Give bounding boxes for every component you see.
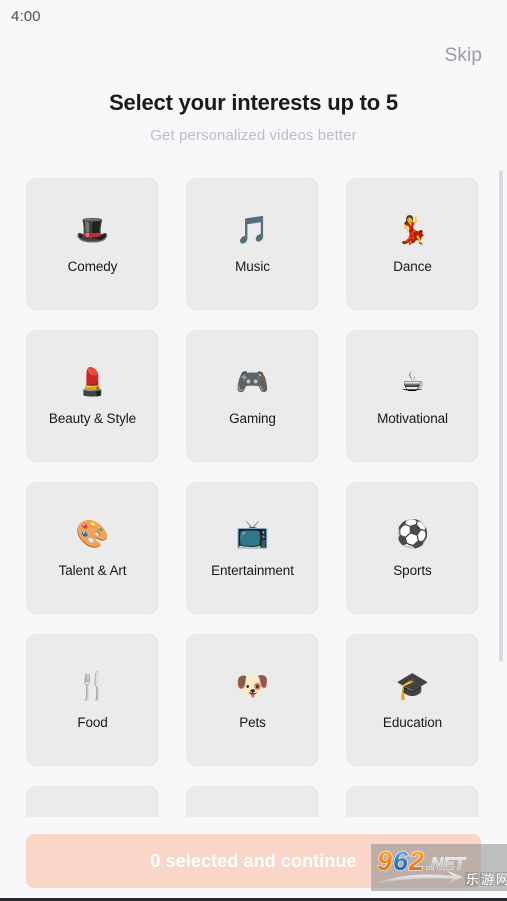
interest-card-label: Entertainment [211,562,294,578]
continue-button[interactable]: 0 selected and continue [26,834,481,888]
musical-note-icon: 🎵 [235,215,270,245]
status-bar: 4:00 [0,0,507,32]
interest-card-talent-art[interactable]: 🎨 Talent & Art [26,482,159,614]
interest-card-label: Sports [393,562,432,578]
interest-card-label: Comedy [67,258,118,274]
interest-scroll-area[interactable]: 🎩 Comedy 🎵 Music 💃 Dance 💄 Beauty & Style 🎮 Gamin… [0,162,507,834]
interest-card-entertainment[interactable]: 📺 Entertainment [186,482,319,614]
interest-card-motivational[interactable]: ☕ Motivational [346,330,479,462]
skip-row: Skip [0,40,507,72]
continue-bar: 0 selected and continue [0,817,507,898]
page-title: Select your interests up to 5 [109,90,398,115]
lipstick-icon: 💄 [75,367,110,397]
interest-card-label: Beauty & Style [48,410,137,426]
interest-card-label: Dance [393,258,432,274]
soccer-ball-icon: ⚽ [395,519,430,549]
interest-card-food[interactable]: 🍴 Food [26,634,159,766]
top-hat-icon: 🎩 [75,215,110,245]
phone-screen: 4:00 Skip Select your interests up to 5 … [0,0,507,898]
interest-card-music[interactable]: 🎵 Music [186,178,319,310]
graduation-cap-icon: 🎓 [395,671,430,701]
hot-beverage-icon: ☕ [400,367,425,397]
page-subtitle: Get personalized videos better [150,127,357,144]
interest-card-label: Music [235,258,270,274]
status-bar-time: 4:00 [11,7,41,25]
dog-face-icon: 🐶 [235,671,270,701]
interest-card-label: Education [382,714,443,730]
artist-palette-icon: 🎨 [75,519,110,549]
fork-and-knife-icon: 🍴 [75,671,110,701]
interest-card-label: Food [77,714,108,730]
interest-card-beauty-style[interactable]: 💄 Beauty & Style [26,330,159,462]
interest-card-education[interactable]: 🎓 Education [346,634,479,766]
interest-card-label: Pets [239,714,266,730]
interest-card-comedy[interactable]: 🎩 Comedy [26,178,159,310]
vertical-scrollbar-thumb[interactable] [499,170,503,662]
interest-grid: 🎩 Comedy 🎵 Music 💃 Dance 💄 Beauty & Style 🎮 Gamin… [0,162,507,834]
woman-dancing-icon: 💃 [395,215,430,245]
interest-card-label: Motivational [377,410,448,426]
game-controller-icon: 🎮 [235,367,270,397]
interest-card-label: Talent & Art [58,562,127,578]
interest-card-label: Gaming [229,410,276,426]
interest-card-sports[interactable]: ⚽ Sports [346,482,479,614]
skip-button[interactable]: Skip [445,45,482,67]
interest-card-dance[interactable]: 💃 Dance [346,178,479,310]
vertical-scrollbar-track[interactable] [499,162,503,834]
interest-card-pets[interactable]: 🐶 Pets [186,634,319,766]
interest-card-gaming[interactable]: 🎮 Gaming [186,330,319,462]
television-icon: 📺 [235,519,270,549]
